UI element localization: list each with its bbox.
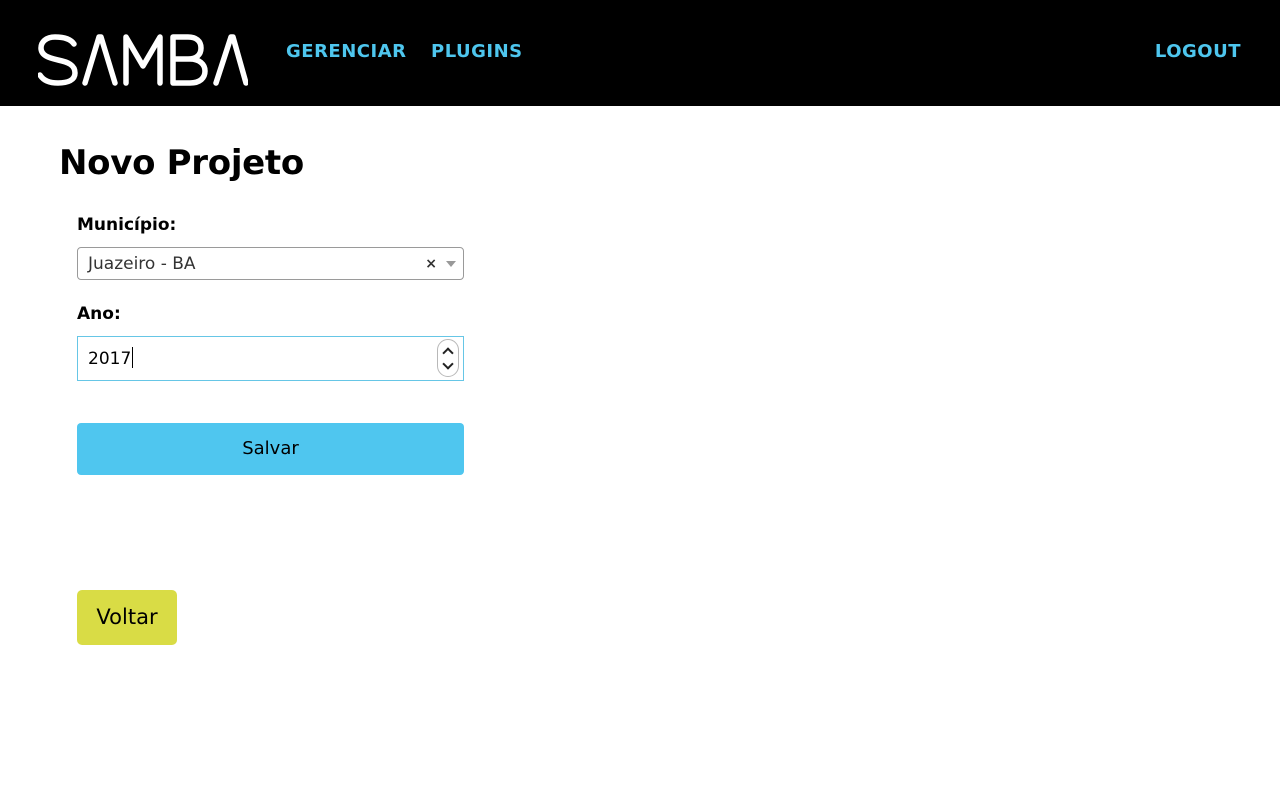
nav-logout-link[interactable]: LOGOUT <box>1155 40 1241 64</box>
samba-logo-wordmark <box>37 34 249 86</box>
ano-spinner[interactable] <box>437 339 459 377</box>
samba-logo[interactable] <box>37 34 249 86</box>
ano-value-text: 2017 <box>88 349 132 369</box>
chevron-down-icon[interactable] <box>446 261 456 267</box>
chevron-down-icon[interactable] <box>442 358 454 370</box>
page-title: Novo Projeto <box>59 143 304 183</box>
save-button[interactable]: Salvar <box>77 423 464 475</box>
nav-plugins-link[interactable]: PLUGINS <box>431 40 523 64</box>
back-button[interactable]: Voltar <box>77 590 177 645</box>
ano-label: Ano: <box>77 304 121 324</box>
municipio-label: Município: <box>77 215 177 235</box>
municipio-selected-value: Juazeiro - BA <box>88 254 196 274</box>
close-icon[interactable]: × <box>425 253 437 275</box>
nav-gerenciar-link[interactable]: GERENCIAR <box>286 40 407 64</box>
municipio-select[interactable]: Juazeiro - BA × <box>77 247 464 280</box>
text-caret <box>132 347 134 368</box>
ano-input[interactable]: 2017 <box>77 336 464 381</box>
ano-input-value: 2017 <box>88 347 134 370</box>
chevron-up-icon[interactable] <box>442 347 454 359</box>
navbar: GERENCIAR PLUGINS LOGOUT <box>0 0 1280 106</box>
